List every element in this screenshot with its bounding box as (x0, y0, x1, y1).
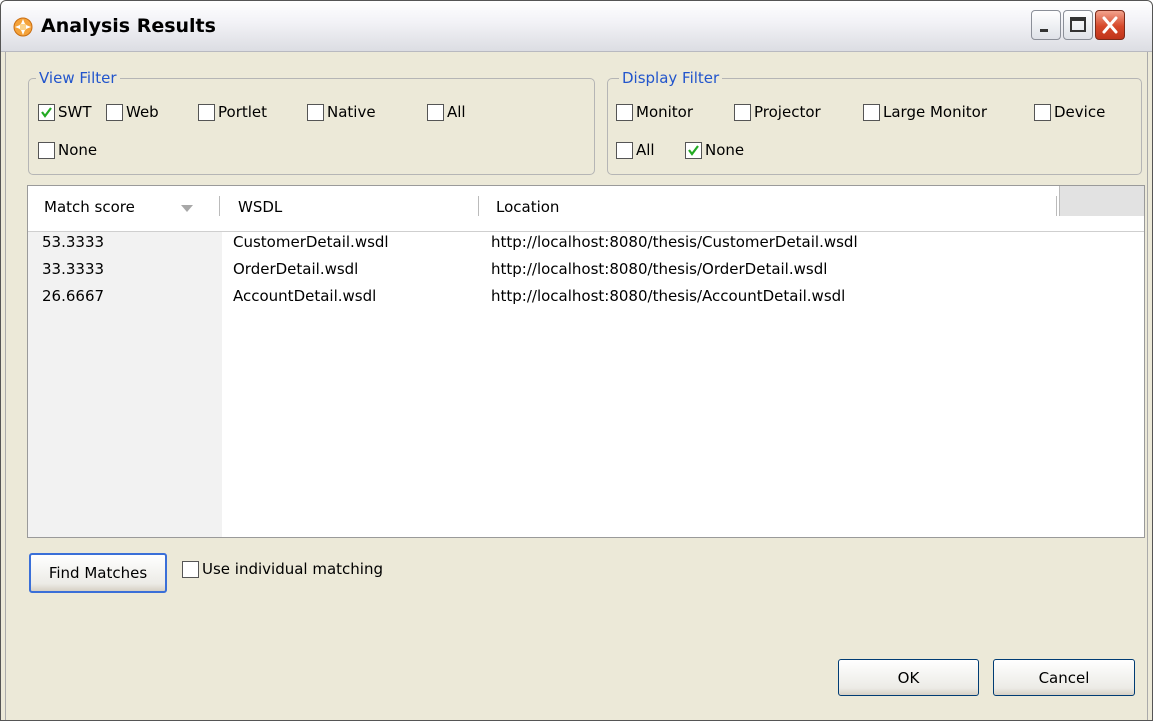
display-filter-large-monitor[interactable]: Large Monitor (863, 102, 987, 122)
cancel-button[interactable]: Cancel (993, 659, 1135, 696)
cell-location: http://localhost:8080/thesis/AccountDeta… (491, 287, 846, 305)
display-filter-device-label: Device (1054, 103, 1106, 121)
title-bar[interactable]: Analysis Results (1, 1, 1152, 52)
display-filter-device[interactable]: Device (1034, 102, 1105, 122)
cell-location: http://localhost:8080/thesis/CustomerDet… (491, 233, 858, 251)
view-filter-none-label: None (58, 141, 98, 159)
view-filter-portlet-label: Portlet (218, 103, 268, 121)
view-filter-legend: View Filter (36, 69, 120, 87)
column-header-match-score[interactable]: Match score (44, 198, 135, 216)
display-filter-monitor-label: Monitor (636, 103, 694, 121)
cell-wsdl: AccountDetail.wsdl (233, 287, 377, 305)
cell-wsdl: OrderDetail.wsdl (233, 260, 359, 278)
column-separator[interactable] (219, 196, 220, 216)
view-filter-swt[interactable]: SWT (38, 102, 92, 122)
view-filter-portlet-checkbox[interactable] (198, 103, 215, 121)
results-table[interactable]: Match score WSDL Location 53.3333 Custom… (27, 185, 1145, 538)
view-filter-native[interactable]: Native (307, 102, 376, 122)
display-filter-projector-checkbox[interactable] (734, 103, 751, 121)
maximize-icon (1070, 17, 1086, 32)
table-row[interactable]: 33.3333 OrderDetail.wsdl http://localhos… (28, 256, 1144, 283)
display-filter-monitor[interactable]: Monitor (616, 102, 693, 122)
view-filter-none-checkbox[interactable] (38, 141, 55, 159)
display-filter-all-checkbox[interactable] (616, 141, 633, 159)
table-row[interactable]: 26.6667 AccountDetail.wsdl http://localh… (28, 283, 1144, 310)
cell-location: http://localhost:8080/thesis/OrderDetail… (491, 260, 828, 278)
view-filter-swt-checkbox[interactable] (38, 103, 55, 121)
view-filter-swt-label: SWT (58, 103, 92, 121)
column-header-wsdl[interactable]: WSDL (238, 198, 282, 216)
use-individual-matching-label: Use individual matching (202, 560, 383, 578)
column-header-location[interactable]: Location (496, 198, 559, 216)
minimize-icon (1040, 29, 1048, 32)
ok-button[interactable]: OK (838, 659, 979, 696)
checkmark-icon (41, 106, 52, 118)
window-title: Analysis Results (41, 15, 216, 37)
find-matches-button[interactable]: Find Matches (29, 553, 167, 593)
view-filter-none[interactable]: None (38, 140, 97, 160)
column-separator[interactable] (478, 196, 479, 216)
table-row[interactable]: 53.3333 CustomerDetail.wsdl http://local… (28, 229, 1144, 256)
display-filter-large-monitor-checkbox[interactable] (863, 103, 880, 121)
sort-descending-icon[interactable] (180, 204, 194, 213)
display-filter-large-monitor-label: Large Monitor (883, 103, 987, 121)
analysis-results-dialog: Analysis Results View Filter SWT Web Por… (0, 0, 1153, 721)
view-filter-all-label: All (447, 103, 466, 121)
maximize-button[interactable] (1063, 10, 1093, 40)
display-filter-none[interactable]: None (685, 140, 744, 160)
cell-match-score: 26.6667 (42, 287, 105, 305)
display-filter-monitor-checkbox[interactable] (616, 103, 633, 121)
display-filter-all[interactable]: All (616, 140, 655, 160)
view-filter-web-checkbox[interactable] (106, 103, 123, 121)
display-filter-projector-label: Projector (754, 103, 821, 121)
view-filter-group: View Filter (28, 69, 595, 175)
close-icon (1102, 16, 1118, 34)
app-icon (13, 17, 33, 37)
view-filter-portlet[interactable]: Portlet (198, 102, 267, 122)
use-individual-matching-checkbox[interactable] (182, 560, 199, 578)
display-filter-none-label: None (705, 141, 745, 159)
display-filter-projector[interactable]: Projector (734, 102, 821, 122)
display-filter-legend: Display Filter (619, 69, 723, 87)
view-filter-native-checkbox[interactable] (307, 103, 324, 121)
close-button[interactable] (1095, 10, 1125, 40)
display-filter-group: Display Filter (607, 69, 1142, 175)
display-filter-device-checkbox[interactable] (1034, 103, 1051, 121)
display-filter-all-label: All (636, 141, 655, 159)
cell-match-score: 53.3333 (42, 233, 105, 251)
cell-match-score: 33.3333 (42, 260, 105, 278)
use-individual-matching[interactable]: Use individual matching (182, 559, 383, 579)
view-filter-web[interactable]: Web (106, 102, 159, 122)
view-filter-web-label: Web (126, 103, 159, 121)
view-filter-all-checkbox[interactable] (427, 103, 444, 121)
display-filter-none-checkbox[interactable] (685, 141, 702, 159)
column-separator[interactable] (1056, 196, 1057, 216)
cell-wsdl: CustomerDetail.wsdl (233, 233, 389, 251)
checkmark-icon (688, 144, 699, 156)
minimize-button[interactable] (1031, 10, 1061, 40)
view-filter-native-label: Native (327, 103, 376, 121)
view-filter-all[interactable]: All (427, 102, 466, 122)
header-filler (1059, 186, 1144, 216)
table-header: Match score WSDL Location (28, 186, 1144, 232)
